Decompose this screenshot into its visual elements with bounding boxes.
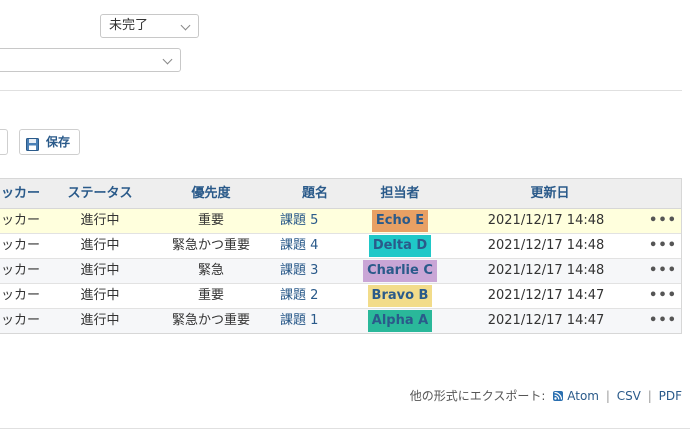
export-separator: | [647, 389, 652, 403]
row-actions-button[interactable]: ••• [648, 234, 678, 258]
cell-assignee: Alpha A [354, 309, 446, 333]
bottom-divider [0, 428, 690, 429]
cell-tracker: ッカー [0, 288, 40, 303]
assignee-badge[interactable]: Delta D [368, 235, 432, 257]
header-priority[interactable]: 優先度 [152, 179, 270, 208]
assignee-badge[interactable]: Bravo B [367, 285, 433, 307]
rss-feed-icon [553, 391, 564, 401]
export-pdf-link[interactable]: PDF [659, 389, 682, 403]
table-row[interactable]: ッカー 進行中 重要 課題 5 Echo E 2021/12/17 14:48 … [0, 209, 681, 234]
export-links: 他の形式にエクスポート: Atom | CSV | PDF [410, 387, 682, 404]
row-actions-button[interactable]: ••• [648, 309, 678, 333]
assignee-badge[interactable]: Echo E [371, 210, 429, 232]
save-button-label: 保存 [46, 135, 71, 149]
cell-status: 進行中 [80, 238, 120, 253]
cell-priority: 緊急かつ重要 [171, 238, 250, 253]
cell-updated: 2021/12/17 14:48 [487, 213, 605, 228]
cell-status: 進行中 [80, 313, 120, 328]
table-row[interactable]: ッカー 進行中 重要 課題 2 Bravo B 2021/12/17 14:47… [0, 284, 681, 309]
chevron-down-icon [162, 54, 173, 65]
table-row[interactable]: ッカー 進行中 緊急かつ重要 課題 1 Alpha A 2021/12/17 1… [0, 309, 681, 333]
cell-updated: 2021/12/17 14:47 [487, 288, 605, 303]
header-subject[interactable]: 題名 [285, 179, 345, 208]
row-actions-button[interactable]: ••• [648, 209, 678, 233]
table-header: ッカー ステータス 優先度 題名 担当者 更新日 [0, 179, 681, 209]
cell-assignee: Delta D [354, 234, 446, 258]
cell-status: 進行中 [80, 213, 120, 228]
cell-updated: 2021/12/17 14:48 [487, 238, 605, 253]
cell-updated: 2021/12/17 14:48 [487, 263, 605, 278]
export-csv-link[interactable]: CSV [617, 389, 641, 403]
export-separator: | [605, 389, 610, 403]
status-select[interactable]: 未完了 [100, 14, 199, 38]
divider [0, 90, 682, 91]
save-button[interactable]: 保存 [19, 129, 80, 155]
cell-tracker: ッカー [0, 313, 40, 328]
cell-tracker: ッカー [0, 238, 40, 253]
cell-subject-link[interactable]: 課題 4 [270, 234, 340, 258]
chevron-down-icon [180, 20, 191, 31]
filter-select[interactable] [0, 48, 181, 72]
cell-updated: 2021/12/17 14:47 [487, 313, 605, 328]
cell-priority: 緊急 [197, 263, 224, 278]
table-row[interactable]: ッカー 進行中 緊急かつ重要 課題 4 Delta D 2021/12/17 1… [0, 234, 681, 259]
header-tracker[interactable]: ッカー [0, 179, 40, 208]
header-updated[interactable]: 更新日 [500, 179, 600, 208]
cell-assignee: Bravo B [354, 284, 446, 308]
status-select-value: 未完了 [109, 18, 149, 33]
cell-tracker: ッカー [0, 263, 40, 278]
row-actions-button[interactable]: ••• [648, 259, 678, 283]
assignee-badge[interactable]: Alpha A [367, 310, 433, 332]
partial-button[interactable] [0, 129, 8, 155]
table-row[interactable]: ッカー 進行中 緊急 課題 3 Charlie C 2021/12/17 14:… [0, 259, 681, 284]
cell-subject-link[interactable]: 課題 3 [270, 259, 340, 283]
cell-subject-link[interactable]: 課題 5 [270, 209, 340, 233]
cell-assignee: Charlie C [354, 259, 446, 283]
cell-tracker: ッカー [0, 213, 40, 228]
cell-priority: 重要 [197, 288, 224, 303]
cell-subject-link[interactable]: 課題 1 [270, 309, 340, 333]
header-status[interactable]: ステータス [60, 179, 140, 208]
assignee-badge[interactable]: Charlie C [363, 260, 437, 282]
cell-priority: 重要 [197, 213, 224, 228]
cell-priority: 緊急かつ重要 [171, 313, 250, 328]
export-atom-link[interactable]: Atom [567, 389, 599, 403]
cell-assignee: Echo E [354, 209, 446, 233]
issues-table: ッカー ステータス 優先度 題名 担当者 更新日 ッカー 進行中 重要 課題 5… [0, 178, 682, 334]
header-assignee[interactable]: 担当者 [354, 179, 446, 208]
cell-status: 進行中 [80, 288, 120, 303]
floppy-disk-icon [26, 135, 39, 151]
export-label: 他の形式にエクスポート: [409, 389, 546, 403]
cell-subject-link[interactable]: 課題 2 [270, 284, 340, 308]
cell-status: 進行中 [80, 263, 120, 278]
row-actions-button[interactable]: ••• [648, 284, 678, 308]
